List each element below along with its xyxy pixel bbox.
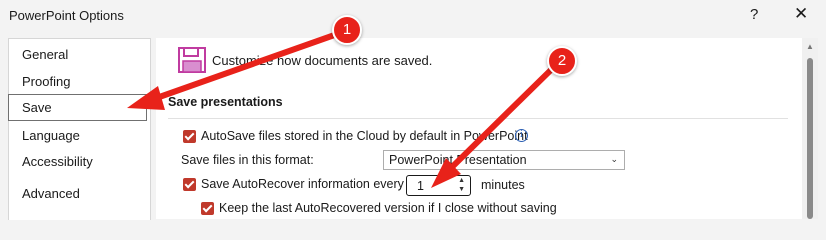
annotation-arrow-1-head — [127, 86, 165, 110]
annotation-arrows — [127, 29, 560, 188]
annotation-arrow-2 — [445, 61, 560, 174]
annotation-badge-1: 1 — [332, 15, 362, 45]
annotation-arrow-1 — [145, 29, 346, 104]
annotation-badge-2: 2 — [547, 46, 577, 76]
